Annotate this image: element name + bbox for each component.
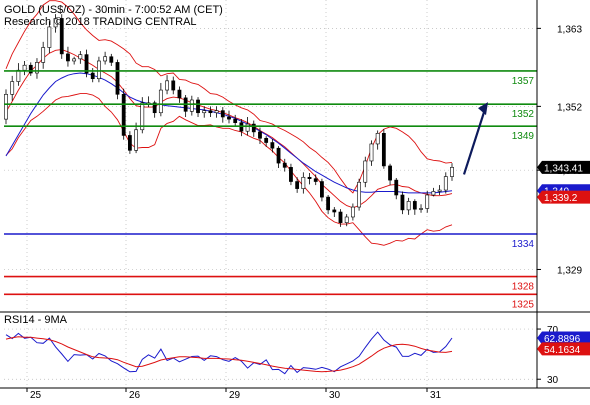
candle-body xyxy=(66,53,70,62)
level-label: 1349 xyxy=(512,131,535,142)
candle-body xyxy=(400,194,405,211)
candle-body xyxy=(196,99,200,114)
value-badge: 1,343.41 xyxy=(537,160,590,174)
price-chart: 1357 1352 1349 1334 1328 1325 RSI14 - 9MA 25 2… xyxy=(0,0,590,401)
candle-body xyxy=(388,165,392,181)
candle-body xyxy=(369,143,374,162)
candle-body xyxy=(41,47,46,63)
candle-body xyxy=(16,69,21,82)
candle-body xyxy=(326,196,331,211)
candle-body xyxy=(425,194,430,209)
candle-body xyxy=(214,110,219,114)
candle-body xyxy=(22,64,27,71)
candle-body xyxy=(412,201,417,210)
chart-container: 1357 1352 1349 1334 1328 1325 RSI14 - 9MA 25 2… xyxy=(0,0,590,401)
candle-body xyxy=(134,129,138,151)
chart-title: GOLD (US$/OZ) - 30min - 7:00:52 AM (CET) xyxy=(4,4,223,16)
candle-body xyxy=(276,147,281,164)
value-badge-label: 1,343.41 xyxy=(544,163,583,174)
candle-body xyxy=(313,178,318,182)
candle-body xyxy=(202,110,207,114)
x-tick-label: 29 xyxy=(229,390,241,400)
candle-body xyxy=(97,60,101,80)
candle-body xyxy=(10,81,15,95)
candle-body xyxy=(357,181,361,208)
candle-body xyxy=(450,167,454,177)
candle-body xyxy=(47,26,52,48)
candle-body xyxy=(127,135,132,151)
y-tick-label: 1,363 xyxy=(557,24,582,35)
value-badge: 54.1634 xyxy=(537,342,590,356)
candle-body xyxy=(90,72,95,80)
candle-body xyxy=(375,133,380,145)
candle-body xyxy=(443,176,448,191)
candle-body xyxy=(227,116,231,120)
candle-body xyxy=(270,142,275,149)
value-badge-label: 1,339.2 xyxy=(544,193,578,204)
candle-body xyxy=(171,80,176,91)
candle-body xyxy=(72,58,77,62)
candle-body xyxy=(344,216,349,223)
chart-source: Research © 2018 TRADING CENTRAL xyxy=(4,16,197,28)
candle-body xyxy=(258,131,262,139)
candle-body xyxy=(220,110,225,118)
candle-body xyxy=(165,80,169,91)
candle-body xyxy=(295,181,300,189)
candle-body xyxy=(158,89,163,114)
x-tick-label: 30 xyxy=(329,390,341,400)
level-label: 1352 xyxy=(512,109,535,120)
x-tick-label: 31 xyxy=(430,390,442,400)
level-label: 1334 xyxy=(512,239,535,250)
candle-body xyxy=(28,64,33,74)
candle-body xyxy=(406,201,411,211)
level-label: 1325 xyxy=(512,299,535,310)
rsi-title: RSI14 - 9MA xyxy=(4,314,68,326)
candle-body xyxy=(437,189,442,192)
candle-body xyxy=(264,137,269,143)
candle-body xyxy=(189,99,194,112)
candle-body xyxy=(78,54,83,60)
candle-body xyxy=(350,206,355,218)
value-badge-label: 54.1634 xyxy=(544,345,581,356)
candle-body xyxy=(301,176,306,189)
candle-body xyxy=(419,208,423,210)
candle-body xyxy=(4,94,8,120)
rsi-tick-label: 30 xyxy=(547,375,559,386)
candle-body xyxy=(307,176,312,179)
candle-body xyxy=(282,162,287,168)
candle-body xyxy=(121,94,126,136)
candle-body xyxy=(338,211,343,223)
y-tick-label: 1,329 xyxy=(557,265,582,276)
candle-body xyxy=(363,160,368,183)
level-label: 1328 xyxy=(512,282,535,293)
candle-body xyxy=(332,209,337,213)
candle-body xyxy=(103,56,108,62)
candle-body xyxy=(394,179,399,196)
candle-body xyxy=(233,118,238,123)
candle-body xyxy=(289,167,293,182)
candle-body xyxy=(431,191,436,196)
x-tick-label: 25 xyxy=(30,390,42,400)
level-label: 1357 xyxy=(512,76,535,87)
candle-body xyxy=(320,181,324,198)
y-tick-label: 1,352 xyxy=(557,102,582,113)
candle-body xyxy=(109,56,114,63)
candle-body xyxy=(115,62,120,95)
x-tick-label: 26 xyxy=(129,390,141,400)
candle-body xyxy=(245,123,250,132)
value-badge: 1,339.2 xyxy=(537,190,590,204)
candle-body xyxy=(381,133,386,167)
candle-body xyxy=(251,123,256,133)
candle-body xyxy=(177,89,182,99)
candle-body xyxy=(208,110,213,114)
